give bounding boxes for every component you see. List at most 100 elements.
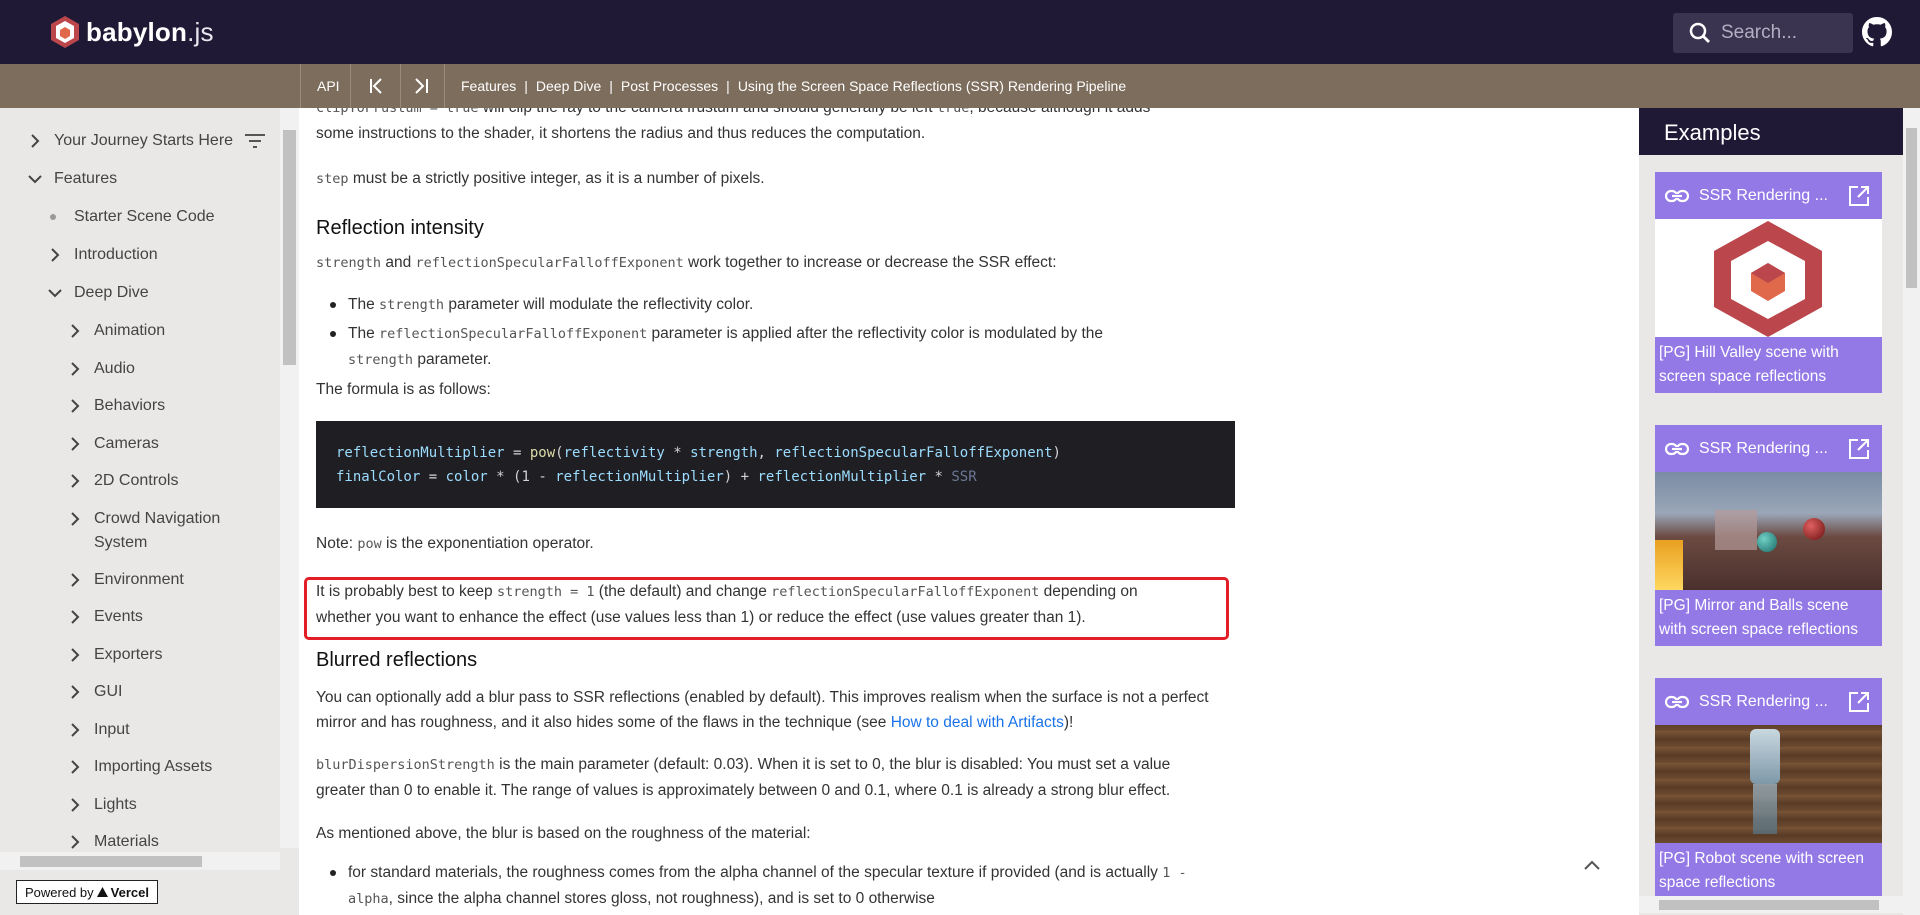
list-item: The reflectionSpecularFalloffExponent pa… (316, 321, 1246, 373)
filter-icon[interactable] (245, 133, 266, 149)
open-in-new-icon[interactable] (1848, 691, 1870, 713)
logo-text: babylon.js (86, 16, 214, 47)
sidebar-vertical-scrollbar[interactable] (280, 108, 299, 848)
back-to-top-icon[interactable] (1583, 859, 1601, 871)
sidebar-item-label: 2D Controls (94, 472, 179, 489)
sidebar-item-behaviors[interactable]: Behaviors (68, 394, 165, 418)
robot-figure (1750, 729, 1780, 784)
link-icon (1665, 189, 1689, 202)
chevron-right-icon (68, 718, 82, 742)
example-thumbnail-babylon-logo (1655, 219, 1882, 337)
code-block[interactable]: reflectionMultiplier = pow(reflectivity … (316, 421, 1235, 508)
powered-by-label: Powered by (25, 884, 94, 900)
chevron-right-icon (68, 568, 82, 592)
breadcrumb-item-post-processes[interactable]: Post Processes (621, 78, 718, 94)
search-box[interactable] (1673, 13, 1853, 53)
bullet-dot-icon (50, 214, 56, 220)
chevron-right-icon (68, 605, 82, 629)
paragraph-formula-intro: The formula is as follows: (316, 381, 491, 398)
api-link[interactable]: API (317, 78, 340, 94)
example-card-header[interactable]: SSR Rendering ... (1655, 678, 1882, 725)
example-card[interactable]: SSR Rendering ... [PG] Robot scene with … (1655, 678, 1882, 899)
sidebar-item-lights[interactable]: Lights (68, 793, 137, 817)
sidebar-item-gui[interactable]: GUI (68, 680, 122, 704)
examples-vertical-scrollbar[interactable] (1903, 108, 1920, 915)
sidebar-item-input[interactable]: Input (68, 718, 130, 742)
sidebar-item-label: Animation (94, 322, 166, 339)
example-card-caption: [PG] Robot scene with screen space refle… (1655, 843, 1882, 899)
example-thumbnail-mirror-balls (1655, 472, 1882, 590)
scene-box (1655, 540, 1683, 590)
chevron-right-icon (68, 507, 82, 531)
examples-horizontal-scrollbar[interactable] (1639, 896, 1903, 913)
chevron-right-icon (68, 432, 82, 456)
breadcrumb-item-deep-dive[interactable]: Deep Dive (536, 78, 601, 94)
example-card[interactable]: SSR Rendering ... [PG] Hill Valley scene… (1655, 172, 1882, 393)
sidebar-item-label: Audio (94, 360, 135, 377)
breadcrumb-bar: API Features | Deep Dive | Post Processe… (0, 64, 1920, 108)
scene-mirror (1715, 510, 1757, 550)
paragraph-intensity-intro: strength and reflectionSpecularFalloffEx… (316, 254, 1057, 271)
example-card-header[interactable]: SSR Rendering ... (1655, 172, 1882, 219)
sidebar-item-label: Lights (94, 796, 137, 813)
chevron-right-icon (68, 643, 82, 667)
sidebar-item-crowd-navigation[interactable]: Crowd Navigation System (68, 507, 220, 555)
sidebar-item-label: Exporters (94, 646, 163, 663)
sidebar-item-deep-dive[interactable]: Deep Dive (48, 281, 149, 305)
example-card[interactable]: SSR Rendering ... [PG] Mirror and Balls … (1655, 425, 1882, 646)
sidebar-item-label: Behaviors (94, 397, 166, 414)
breadcrumb-separator: | (524, 78, 528, 94)
sidebar-item-introduction[interactable]: Introduction (48, 243, 158, 267)
search-input[interactable] (1721, 22, 1841, 44)
sidebar-item-events[interactable]: Events (68, 605, 143, 629)
sidebar-item-importing-assets[interactable]: Importing Assets (68, 755, 212, 779)
previous-page-icon[interactable] (367, 76, 387, 96)
breadcrumb-separator: | (726, 78, 730, 94)
scrollbar-thumb[interactable] (20, 856, 202, 867)
list-item: for standard materials, the roughness co… (316, 860, 1246, 912)
chevron-down-icon (48, 281, 62, 305)
sidebar-item-your-journey[interactable]: Your Journey Starts Here (28, 129, 266, 153)
babylon-logo[interactable]: babylon.js (50, 15, 214, 49)
chevron-right-icon (68, 755, 82, 779)
sidebar-item-exporters[interactable]: Exporters (68, 643, 162, 667)
sidebar-item-label: Introduction (74, 246, 158, 263)
robot-reflection (1753, 784, 1777, 834)
github-icon[interactable] (1862, 17, 1892, 47)
heading-blurred-reflections: Blurred reflections (316, 649, 478, 671)
sidebar-item-materials[interactable]: Materials (68, 830, 159, 854)
sidebar-item-audio[interactable]: Audio (68, 357, 135, 381)
intensity-list: The strength parameter will modulate the… (316, 292, 1246, 373)
sidebar-item-features[interactable]: Features (28, 167, 117, 191)
sidebar-item-environment[interactable]: Environment (68, 568, 184, 592)
sidebar-item-label: Importing Assets (94, 758, 213, 775)
sidebar-item-label: Deep Dive (74, 284, 149, 301)
babylon-logo-icon (51, 16, 79, 48)
paragraph-blur-dispersion: blurDispersionStrength is the main param… (316, 756, 1171, 799)
scrollbar-thumb[interactable] (1659, 900, 1879, 910)
open-in-new-icon[interactable] (1848, 185, 1870, 207)
sidebar-horizontal-scrollbar[interactable] (0, 852, 280, 870)
artifacts-link[interactable]: How to deal with Artifacts (891, 714, 1064, 731)
sidebar-item-2d-controls[interactable]: 2D Controls (68, 469, 178, 493)
example-thumbnail-robot (1655, 725, 1882, 843)
sidebar: Your Journey Starts Here Features Starte… (0, 108, 299, 915)
scrollbar-thumb[interactable] (283, 130, 296, 365)
sidebar-item-label: Features (54, 170, 118, 187)
paragraph-blur-intro: You can optionally add a blur pass to SS… (316, 689, 1209, 731)
scrollbar-thumb[interactable] (1906, 128, 1917, 288)
sidebar-item-starter-scene-code[interactable]: Starter Scene Code (46, 205, 215, 229)
paragraph-clip-to-frustum: clipToFrustum = true will clip the ray t… (316, 108, 1150, 142)
vercel-triangle-icon (96, 887, 108, 897)
sidebar-item-cameras[interactable]: Cameras (68, 432, 159, 456)
example-card-title: SSR Rendering ... (1699, 186, 1828, 204)
breadcrumb-item-features[interactable]: Features (461, 78, 516, 94)
powered-by-vercel-badge[interactable]: Powered by Vercel (16, 880, 158, 904)
open-in-new-icon[interactable] (1848, 438, 1870, 460)
next-page-icon[interactable] (411, 76, 431, 96)
chevron-right-icon (48, 243, 62, 267)
example-card-header[interactable]: SSR Rendering ... (1655, 425, 1882, 472)
chevron-right-icon (68, 319, 82, 343)
sidebar-item-animation[interactable]: Animation (68, 319, 165, 343)
divider (350, 64, 351, 108)
